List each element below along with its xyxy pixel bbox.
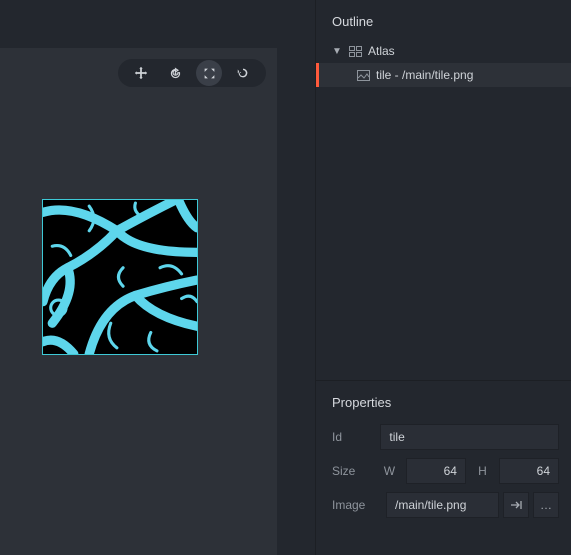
property-id-row: Id — [332, 420, 559, 454]
width-input[interactable] — [406, 458, 466, 484]
ellipsis-icon: … — [540, 498, 552, 512]
image-path-value: /main/tile.png — [395, 498, 466, 512]
tree-item-label: tile - /main/tile.png — [376, 68, 473, 82]
scale-tool-button[interactable] — [196, 60, 222, 86]
id-label: Id — [332, 430, 370, 444]
height-label: H — [476, 464, 489, 478]
properties-panel: Properties Id Size W H Image /main/tile.… — [316, 381, 571, 522]
rotate-icon — [169, 67, 182, 80]
tree-row-root[interactable]: ▼ Atlas — [316, 39, 571, 63]
side-panels: Outline ▼ Atlas tile - /main/tile.png Pr… — [315, 0, 571, 555]
reset-view-button[interactable] — [230, 60, 256, 86]
image-icon — [356, 68, 370, 82]
move-icon — [134, 66, 148, 80]
tile-preview[interactable] — [42, 199, 198, 355]
property-size-row: Size W H — [332, 454, 559, 488]
tree-row-tile[interactable]: tile - /main/tile.png — [316, 63, 571, 87]
image-label: Image — [332, 498, 382, 512]
property-image-row: Image /main/tile.png … — [332, 488, 559, 522]
move-tool-button[interactable] — [128, 60, 154, 86]
refresh-icon — [236, 66, 250, 80]
outline-panel-title: Outline — [316, 0, 571, 39]
id-input[interactable] — [380, 424, 559, 450]
properties-panel-title: Properties — [332, 395, 559, 420]
open-resource-button[interactable] — [503, 492, 529, 518]
viewport-toolbar — [118, 59, 266, 87]
browse-button[interactable]: … — [533, 492, 559, 518]
goto-icon — [510, 500, 522, 510]
rotate-tool-button[interactable] — [162, 60, 188, 86]
tile-image — [43, 200, 197, 354]
size-label: Size — [332, 464, 373, 478]
image-path-field[interactable]: /main/tile.png — [386, 492, 499, 518]
scale-icon — [203, 67, 216, 80]
height-input[interactable] — [499, 458, 559, 484]
tree-root-label: Atlas — [368, 44, 395, 58]
viewport — [0, 0, 315, 555]
atlas-icon — [348, 44, 362, 58]
width-label: W — [383, 464, 396, 478]
chevron-down-icon: ▼ — [332, 46, 342, 57]
outline-tree[interactable]: ▼ Atlas tile - /main/tile.png — [316, 39, 571, 381]
